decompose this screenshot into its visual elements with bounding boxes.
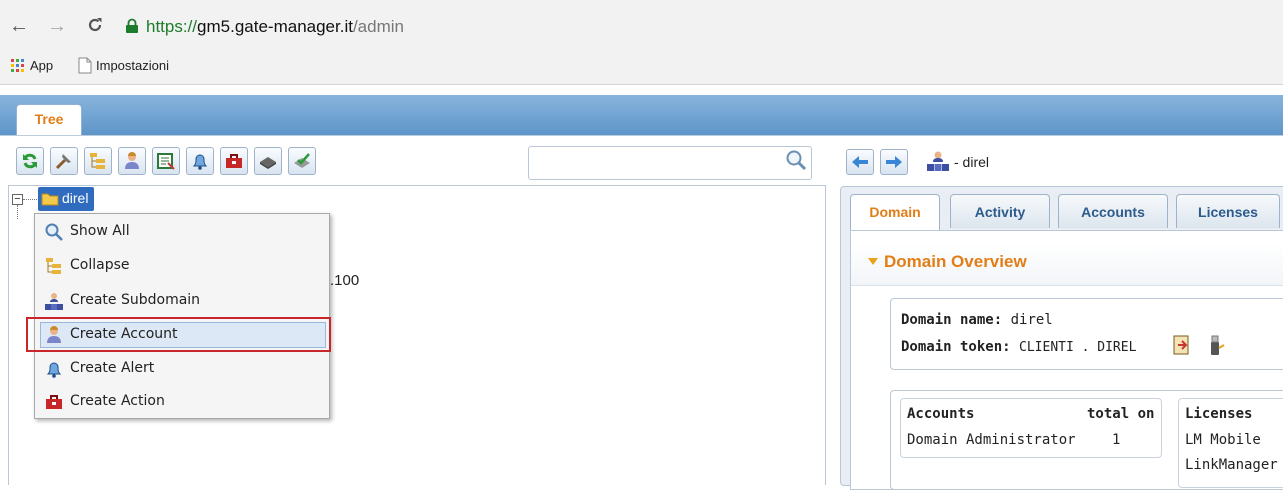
search-input[interactable] — [528, 146, 812, 180]
menu-item-label: Create Action — [70, 393, 165, 409]
menu-item-show-all[interactable]: Show All — [40, 216, 326, 246]
tree-connector — [17, 205, 19, 219]
bell-icon — [46, 362, 62, 378]
licenses-header: Licenses — [1185, 406, 1253, 422]
back-button[interactable] — [846, 149, 874, 175]
form-icon — [157, 153, 175, 170]
domain-token-value: CLIENTI . DIREL — [1019, 340, 1137, 355]
menu-item-create-subdomain[interactable]: Create Subdomain — [40, 285, 326, 315]
folder-icon — [41, 193, 59, 206]
accounts-header: Accounts — [907, 406, 975, 422]
license-item: LM Mobile — [1185, 432, 1261, 448]
tools-button[interactable] — [50, 147, 78, 175]
accounts-row-value: 1 — [1112, 432, 1121, 448]
collapse-arrow-icon[interactable] — [868, 258, 878, 265]
check-icon — [294, 153, 310, 168]
accounts-row-label: Domain Administrator — [907, 432, 1076, 448]
tools-icon — [55, 154, 71, 170]
forward-arrow-icon[interactable]: → — [46, 16, 68, 36]
network-icon — [927, 151, 949, 171]
url-scheme: https:// — [146, 17, 198, 36]
form-button[interactable] — [152, 147, 180, 175]
menu-item-label: Create Account — [70, 326, 178, 342]
disk-button[interactable] — [254, 147, 282, 175]
license-item: LinkManager — [1185, 457, 1278, 473]
address-bar[interactable]: https://gm5.gate-manager.it/admin — [146, 17, 404, 37]
tree-collapse-toggle[interactable]: − — [12, 194, 23, 205]
tree-icon — [90, 153, 105, 169]
url-path: /admin — [352, 17, 404, 36]
tree-connector — [23, 199, 37, 201]
alert-button[interactable] — [186, 147, 214, 175]
tree-view-button[interactable] — [84, 147, 112, 175]
token-copy-icon[interactable] — [1172, 334, 1192, 356]
bell-icon — [192, 154, 208, 170]
section-title: Domain Overview — [884, 252, 1027, 271]
forward-button[interactable] — [880, 149, 908, 175]
search-icon[interactable] — [784, 148, 808, 172]
left-arrow-icon — [852, 156, 868, 168]
action-button[interactable] — [220, 147, 248, 175]
refresh-button[interactable] — [16, 147, 44, 175]
tree-node-ip: .100 — [330, 272, 360, 289]
reload-icon[interactable] — [84, 16, 106, 38]
bookmark-app[interactable]: App — [30, 58, 53, 73]
menu-item-label: Show All — [70, 223, 130, 239]
menu-item-label: Create Subdomain — [70, 292, 201, 308]
menu-item-label: Create Alert — [70, 360, 155, 376]
menu-item-create-alert[interactable]: Create Alert — [40, 353, 326, 383]
menu-item-label: Collapse — [70, 257, 130, 273]
toolbox-icon — [46, 395, 62, 409]
menu-item-create-account[interactable]: Create Account — [40, 319, 326, 349]
menu-item-collapse[interactable]: Collapse — [40, 250, 326, 280]
accounts-total-header: total on — [1087, 406, 1155, 422]
bookmarks-bar — [0, 52, 1283, 80]
apps-grid-icon[interactable] — [10, 58, 26, 74]
menu-item-create-action[interactable]: Create Action — [40, 386, 326, 416]
back-arrow-icon[interactable]: ← — [8, 16, 30, 36]
disk-icon — [260, 157, 276, 169]
user-icon — [47, 326, 61, 343]
page-icon — [78, 57, 92, 74]
domain-name-label: Domain name: — [901, 312, 1003, 328]
url-host: gm5.gate-manager.it — [197, 17, 353, 36]
user-icon — [125, 152, 139, 169]
right-arrow-icon — [886, 156, 902, 168]
user-button[interactable] — [118, 147, 146, 175]
domain-name-row: Domain name: direl — [901, 312, 1053, 328]
app-header — [0, 95, 1283, 135]
tab-activity[interactable]: Activity — [950, 194, 1050, 228]
network-icon — [45, 293, 63, 310]
bookmark-impostazioni[interactable]: Impostazioni — [96, 58, 169, 73]
domain-token-row: Domain token: CLIENTI . DIREL — [901, 339, 1136, 355]
check-button[interactable] — [288, 147, 316, 175]
toolbox-icon — [226, 154, 242, 168]
tab-domain[interactable]: Domain — [850, 194, 940, 230]
domain-token-label: Domain token: — [901, 339, 1011, 355]
magnifier-icon — [45, 223, 63, 241]
refresh-icon — [23, 153, 37, 169]
usb-key-icon[interactable] — [1205, 334, 1225, 356]
tab-licenses[interactable]: Licenses — [1176, 194, 1280, 228]
domain-name-value: direl — [1010, 312, 1053, 328]
lock-icon — [126, 18, 138, 33]
tab-accounts[interactable]: Accounts — [1058, 194, 1168, 228]
tab-tree[interactable]: Tree — [16, 104, 82, 136]
panel-title: - direl — [954, 154, 990, 170]
tree-icon — [46, 258, 61, 274]
